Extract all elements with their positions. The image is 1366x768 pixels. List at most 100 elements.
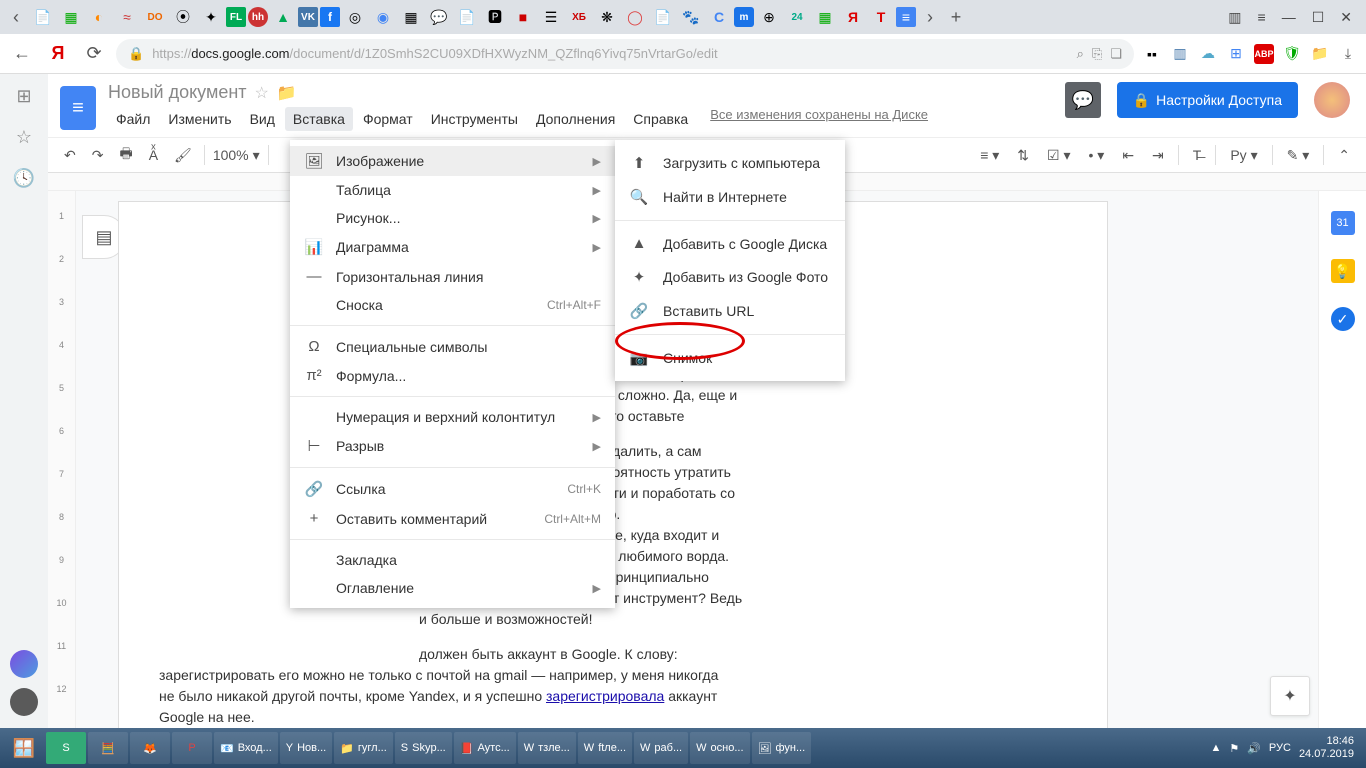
tab-favicon[interactable]: ▲	[270, 4, 296, 30]
tab-favicon[interactable]: 📄	[650, 4, 676, 30]
taskbar-app[interactable]: W осно...	[690, 732, 749, 764]
checklist-icon[interactable]: ☑ ▾	[1043, 145, 1074, 166]
taskbar-app[interactable]: 📕 Аутс...	[454, 732, 516, 764]
print-icon[interactable]: 🖶	[115, 141, 136, 169]
line-spacing-icon[interactable]: ⇅	[1013, 145, 1033, 166]
tab-favicon[interactable]: ⊕	[756, 4, 782, 30]
ext-icon[interactable]: 🛡	[1282, 44, 1302, 64]
taskbar-app[interactable]: Y Нов...	[280, 732, 332, 764]
image-submenu-item[interactable]: ▲Добавить с Google Диска	[615, 227, 845, 260]
taskbar-app[interactable]: W раб...	[634, 732, 688, 764]
menu-tools[interactable]: Инструменты	[423, 107, 526, 131]
image-submenu-item[interactable]: 🔍Найти в Интернете	[615, 180, 845, 214]
back-button[interactable]: ←	[8, 40, 36, 68]
tab-favicon[interactable]: ◯	[622, 4, 648, 30]
tab-favicon[interactable]: VK	[298, 7, 318, 27]
menu-insert[interactable]: Вставка	[285, 107, 353, 131]
translate-icon[interactable]: ⌕	[1077, 46, 1084, 62]
browser-menu-icon[interactable]: ≡	[1258, 9, 1266, 26]
docs-logo-icon[interactable]	[60, 86, 96, 130]
insert-menu-item[interactable]: Закладка	[290, 546, 615, 574]
tab-favicon[interactable]: ⦿	[170, 4, 196, 30]
share-button[interactable]: 🔒 Настройки Доступа	[1117, 82, 1298, 118]
user-avatar[interactable]	[1314, 82, 1350, 118]
editing-mode-icon[interactable]: ✎ ▾	[1283, 145, 1314, 166]
image-submenu-item[interactable]: ✦Добавить из Google Фото	[615, 260, 845, 294]
tab-favicon[interactable]: ☰	[538, 4, 564, 30]
ext-icon[interactable]: ⊞	[1226, 44, 1246, 64]
comments-button[interactable]: 💬	[1065, 82, 1101, 118]
url-input[interactable]: 🔒 https://docs.google.com/document/d/1Z0…	[116, 39, 1134, 69]
redo-icon[interactable]: ↷	[88, 145, 108, 166]
tab-favicon[interactable]: m	[734, 7, 754, 27]
taskbar-app[interactable]: 🦊	[130, 732, 170, 764]
window-maximize[interactable]: ☐	[1312, 9, 1325, 26]
tray-icon[interactable]: 🔊	[1247, 742, 1261, 755]
keep-icon[interactable]: 💡	[1331, 259, 1355, 283]
sidebar-history-icon[interactable]: 🕓	[13, 168, 35, 189]
indent-increase-icon[interactable]: ⇥	[1148, 145, 1168, 166]
menu-format[interactable]: Формат	[355, 107, 421, 131]
tabs-prev[interactable]: ‹	[4, 5, 28, 29]
menu-addons[interactable]: Дополнения	[528, 107, 623, 131]
tab-favicon[interactable]: 24	[784, 4, 810, 30]
zoom-select[interactable]: 100% ▾	[213, 147, 260, 164]
start-button[interactable]: 🪟	[4, 732, 44, 764]
tab-favicon[interactable]: Я	[840, 4, 866, 30]
document-title[interactable]: Новый документ	[108, 82, 247, 103]
insert-menu-item[interactable]: 🔗СсылкаCtrl+K	[290, 474, 615, 504]
taskbar-app[interactable]: S	[46, 732, 86, 764]
star-icon[interactable]: ☆	[255, 83, 269, 103]
window-close[interactable]: ✕	[1340, 9, 1352, 26]
tray-icon[interactable]: ▲	[1210, 742, 1221, 754]
undo-icon[interactable]: ↶	[60, 145, 80, 166]
indent-decrease-icon[interactable]: ⇤	[1118, 145, 1138, 166]
bullet-list-icon[interactable]: • ▾	[1084, 145, 1108, 166]
taskbar-app[interactable]: W ftле...	[578, 732, 632, 764]
insert-menu-item[interactable]: Рисунок...▶	[290, 204, 615, 232]
yandex-logo[interactable]: Я	[44, 40, 72, 68]
tasks-icon[interactable]: ✓	[1331, 307, 1355, 331]
insert-menu-item[interactable]: ΩСпециальные символы	[290, 332, 615, 361]
tab-favicon[interactable]: ◐	[86, 4, 112, 30]
insert-menu-item[interactable]: Оглавление▶	[290, 574, 615, 602]
tab-favicon[interactable]: C	[706, 4, 732, 30]
image-submenu-item[interactable]: 📷Снимок	[615, 341, 845, 375]
taskbar-app[interactable]: S Skyp...	[395, 732, 452, 764]
tray-clock[interactable]: 18:46 24.07.2019	[1299, 735, 1354, 761]
insert-menu-item[interactable]: ⊢Разрыв▶	[290, 431, 615, 461]
taskbar-app[interactable]: 🧮	[88, 732, 128, 764]
image-submenu-item[interactable]: 🔗Вставить URL	[615, 294, 845, 328]
input-tools-icon[interactable]: Ру ▾	[1226, 145, 1261, 166]
insert-menu-item[interactable]: СноскаCtrl+Alt+F	[290, 291, 615, 319]
paint-format-icon[interactable]: 🖌	[170, 145, 196, 166]
bookmark-icon[interactable]: ❏	[1110, 46, 1122, 62]
tab-favicon[interactable]: 🐾	[678, 4, 704, 30]
taskbar-app[interactable]: 📁 гугл...	[334, 732, 393, 764]
tab-favicon[interactable]: ❋	[594, 4, 620, 30]
tab-favicon[interactable]: DO	[142, 4, 168, 30]
menu-edit[interactable]: Изменить	[160, 107, 239, 131]
image-submenu-item[interactable]: ⬆Загрузить с компьютера	[615, 146, 845, 180]
explore-button[interactable]: ✦	[1270, 676, 1310, 716]
insert-menu-item[interactable]: π²Формула...	[290, 361, 615, 390]
taskbar-app[interactable]: 📧 Вход...	[214, 732, 278, 764]
reload-button[interactable]: ⟳	[80, 40, 108, 68]
tab-favicon[interactable]: 🅿	[482, 4, 508, 30]
tabs-overview-icon[interactable]: ▥	[1228, 9, 1241, 26]
menu-file[interactable]: Файл	[108, 107, 158, 131]
alisa-icon[interactable]	[10, 650, 38, 678]
save-status[interactable]: Все изменения сохранены на Диске	[710, 107, 928, 131]
menu-view[interactable]: Вид	[242, 107, 283, 131]
tab-favicon[interactable]: ■	[510, 4, 536, 30]
insert-menu-item[interactable]: 🖼Изображение▶	[290, 146, 615, 176]
tab-favicon[interactable]: ▦	[398, 4, 424, 30]
insert-menu-item[interactable]: Нумерация и верхний колонтитул▶	[290, 403, 615, 431]
sidebar-apps-icon[interactable]: ⊞	[16, 86, 31, 107]
ext-icon[interactable]: ABP	[1254, 44, 1274, 64]
window-minimize[interactable]: —	[1282, 9, 1296, 26]
tray-icon[interactable]: ⚑	[1229, 742, 1239, 755]
tab-favicon[interactable]: f	[320, 7, 340, 27]
ext-icon[interactable]: ☁	[1198, 44, 1218, 64]
taskbar-app[interactable]: P	[172, 732, 212, 764]
